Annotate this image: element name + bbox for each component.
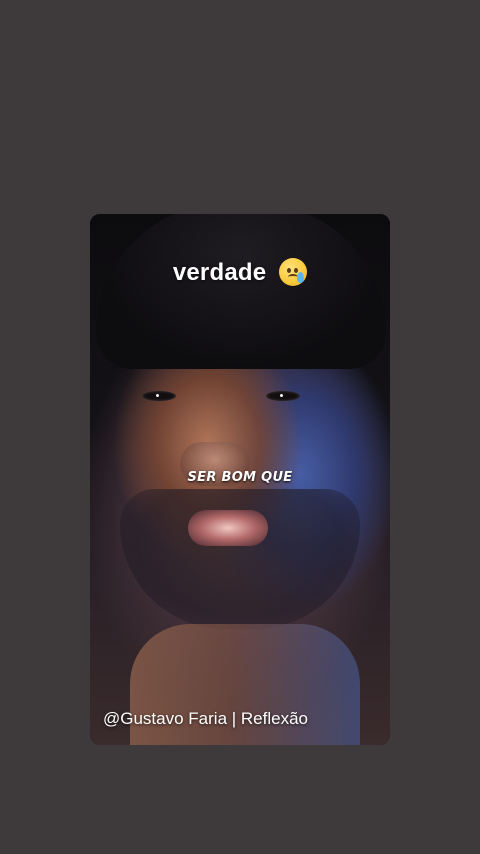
author-credit: @Gustavo Faria | Reflexão <box>103 709 308 728</box>
crying-face-icon <box>279 258 308 286</box>
story-caption-text: verdade <box>172 259 267 286</box>
story-viewer-screen: verdade SER BOM QUE @Gustavo Faria | Ref… <box>0 0 480 854</box>
right-eye <box>266 391 300 401</box>
left-eye <box>142 391 176 401</box>
story-caption: verdade <box>90 258 390 287</box>
video-subtitle: SER BOM QUE <box>187 470 293 485</box>
story-video-card[interactable]: verdade SER BOM QUE @Gustavo Faria | Ref… <box>90 214 390 745</box>
cap-shape <box>96 214 386 369</box>
mouth-shape <box>188 510 268 546</box>
